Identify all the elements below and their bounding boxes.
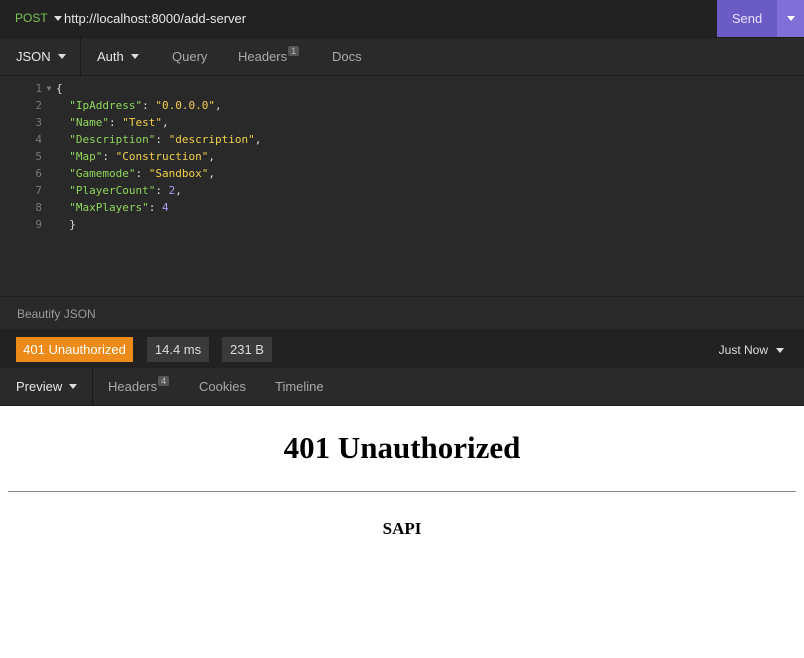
json-string: "0.0.0.0" xyxy=(155,99,215,112)
line-number: 3 xyxy=(35,116,42,129)
line-number: 9 xyxy=(35,218,42,231)
response-time-badge: 14.4 ms xyxy=(147,337,209,362)
tab-auth[interactable]: Auth xyxy=(97,38,139,75)
code-line: 1 ▼ { xyxy=(0,80,804,97)
json-key: "IpAddress" xyxy=(69,99,143,112)
send-options-button[interactable] xyxy=(777,0,804,37)
code-text: "MaxPlayers": 4 xyxy=(69,201,169,214)
beautify-json-button[interactable]: Beautify JSON xyxy=(0,296,804,330)
code-line: 5 "Map": "Construction", xyxy=(0,148,804,165)
response-size-badge: 231 B xyxy=(222,337,272,362)
chevron-down-icon xyxy=(69,384,78,389)
json-string: "Test" xyxy=(122,116,162,129)
chevron-down-icon xyxy=(53,15,62,21)
preview-divider xyxy=(8,491,796,492)
json-key: "Description" xyxy=(69,133,156,146)
code-text: "PlayerCount": 2, xyxy=(69,184,182,197)
code-text: "Description": "description", xyxy=(69,133,262,146)
tab-label: Headers xyxy=(108,379,158,394)
method-dropdown[interactable]: POST xyxy=(15,11,62,25)
code-text: } xyxy=(69,218,76,231)
preview-heading: 401 Unauthorized xyxy=(283,430,521,465)
code-text: "Name": "Test", xyxy=(69,116,169,129)
line-number: 7 xyxy=(35,184,42,197)
json-string: "Construction" xyxy=(115,150,209,163)
code-line: 2 "IpAddress": "0.0.0.0", xyxy=(0,97,804,114)
code-line: 8 "MaxPlayers": 4 xyxy=(0,199,804,216)
send-button[interactable]: Send xyxy=(717,0,777,37)
tab-label: Query xyxy=(172,49,208,64)
headers-count-badge: 1 xyxy=(288,45,300,56)
tab-preview[interactable]: Preview xyxy=(16,368,78,405)
line-number: 4 xyxy=(35,133,42,146)
json-key: "Gamemode" xyxy=(69,167,136,180)
chevron-down-icon xyxy=(786,16,795,21)
status-badge: 401 Unauthorized xyxy=(16,337,133,362)
headers-count-badge: 4 xyxy=(158,375,170,386)
tab-timeline[interactable]: Timeline xyxy=(275,368,324,405)
json-string: "Sandbox" xyxy=(148,167,209,180)
response-time-label: Just Now xyxy=(718,343,768,357)
chevron-down-icon xyxy=(57,54,66,59)
response-tabs: Preview Headers 4 Cookies Timeline xyxy=(0,368,804,406)
json-key: "Name" xyxy=(69,116,109,129)
json-key: "Map" xyxy=(69,150,103,163)
code-text: "Gamemode": "Sandbox", xyxy=(69,167,215,180)
json-number: 4 xyxy=(161,201,169,214)
code-line: 7 "PlayerCount": 2, xyxy=(0,182,804,199)
tab-divider xyxy=(92,368,93,406)
line-number: 2 xyxy=(35,99,42,112)
fold-arrow-icon[interactable]: ▼ xyxy=(42,84,56,93)
response-history-dropdown[interactable]: Just Now xyxy=(719,343,784,357)
response-status-bar: 401 Unauthorized 14.4 ms 231 B Just Now xyxy=(0,330,804,368)
tab-label: JSON xyxy=(16,49,51,64)
tab-response-headers[interactable]: Headers 4 xyxy=(108,368,170,405)
code-line: 9 } xyxy=(0,216,804,233)
line-number: 5 xyxy=(35,150,42,163)
chevron-down-icon xyxy=(776,347,784,353)
tab-divider xyxy=(80,38,81,76)
code-text: "IpAddress": "0.0.0.0", xyxy=(69,99,222,112)
code-line: 6 "Gamemode": "Sandbox", xyxy=(0,165,804,182)
line-number: 8 xyxy=(35,201,42,214)
tab-label: Timeline xyxy=(275,379,324,394)
tab-cookies[interactable]: Cookies xyxy=(199,368,246,405)
tab-label: Docs xyxy=(332,49,362,64)
preview-server-name: SAPI xyxy=(382,519,422,538)
request-tabs: JSON Auth Query Headers 1 Docs xyxy=(0,38,804,76)
tab-label: Preview xyxy=(16,379,63,394)
code-text: { xyxy=(56,82,63,95)
url-input[interactable]: http://localhost:8000/add-server xyxy=(64,11,246,26)
json-key: "PlayerCount" xyxy=(69,184,156,197)
json-body-editor[interactable]: 1 ▼ { 2 "IpAddress": "0.0.0.0", 3 "Name"… xyxy=(0,76,804,296)
line-number: 1 xyxy=(35,82,42,95)
tab-label: Auth xyxy=(97,49,124,64)
response-preview: 401 Unauthorized SAPI xyxy=(0,406,804,658)
tab-query[interactable]: Query xyxy=(172,38,207,75)
tab-label: Headers xyxy=(238,49,288,64)
method-label: POST xyxy=(15,11,48,25)
json-key: "MaxPlayers" xyxy=(69,201,149,214)
line-number: 6 xyxy=(35,167,42,180)
chevron-down-icon xyxy=(130,54,139,59)
tab-headers[interactable]: Headers 1 xyxy=(238,38,300,75)
tab-label: Cookies xyxy=(199,379,246,394)
tab-docs[interactable]: Docs xyxy=(332,38,362,75)
code-line: 4 "Description": "description", xyxy=(0,131,804,148)
tab-json[interactable]: JSON xyxy=(16,38,66,75)
json-string: "description" xyxy=(168,133,255,146)
code-text: "Map": "Construction", xyxy=(69,150,215,163)
url-bar: POST http://localhost:8000/add-server Se… xyxy=(0,0,804,38)
code-line: 3 "Name": "Test", xyxy=(0,114,804,131)
